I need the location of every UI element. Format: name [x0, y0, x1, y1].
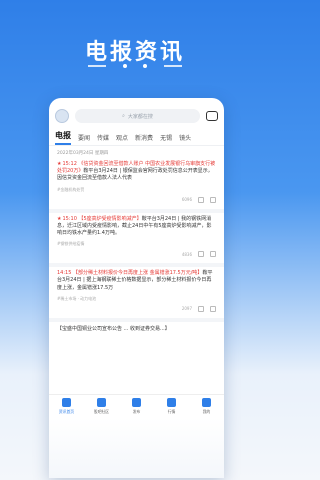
news-body: ★15:12 《信贷资金回流至借款人账户 中国农业发展银行乌审旗支行被处罚20万… [57, 161, 216, 183]
bottom-fade [49, 418, 224, 478]
tab-jingtou[interactable]: 镜头 [179, 133, 191, 145]
tabbar-home[interactable]: 资讯首页 [49, 395, 84, 418]
phone-screen: ⌕ 大家都在搜 电报 要闻 传媒 观点 新消费 无锡 镜头 2022年03月24… [49, 98, 224, 478]
comment-icon[interactable] [198, 196, 204, 203]
market-icon [167, 398, 176, 407]
tab-chuanmei[interactable]: 传媒 [97, 133, 109, 145]
share-icon[interactable] [210, 196, 216, 203]
comment-icon[interactable] [198, 305, 204, 312]
news-time: 15:10 [62, 215, 77, 222]
tabbar-label: 股吧社区 [93, 409, 110, 414]
tabbar-label: 发布 [132, 409, 141, 414]
news-footer: 2097 [57, 302, 216, 318]
news-time: 15:12 [62, 161, 77, 167]
tabbar-mine[interactable]: 我的 [189, 395, 224, 418]
tab-guandian[interactable]: 观点 [116, 133, 128, 145]
date-label: 2022年03月24日 星期四 [57, 151, 109, 156]
tabbar-publish[interactable]: 发布 [119, 395, 154, 418]
profile-icon [202, 398, 211, 407]
home-icon [62, 398, 71, 407]
news-headline: 【部分稀土材料报价今日再度上涨 金属镨涨17.5万元/吨】 [73, 270, 203, 277]
tabbar-market[interactable]: 行情 [154, 395, 189, 418]
view-count: 2097 [181, 306, 192, 312]
share-icon[interactable] [210, 251, 216, 258]
news-teaser[interactable]: 【宝盛中国铜业公司宣布公告 ... 收到证券交易...】 [49, 321, 224, 337]
bottom-tabbar: 资讯首页 股吧社区 发布 行情 我的 [49, 394, 224, 418]
tab-dianbao[interactable]: 电报 [55, 130, 71, 145]
view-count: 6096 [181, 197, 192, 203]
tab-bar: 电报 要闻 传媒 观点 新消费 无锡 镜头 [49, 130, 224, 146]
tabbar-label: 资讯首页 [58, 409, 75, 414]
news-item[interactable]: 14:15 【部分稀土材料报价今日再度上涨 金属镨涨17.5万元/吨】鞍平台3月… [49, 267, 224, 322]
tabbar-label: 行情 [167, 409, 176, 414]
search-placeholder: 大家都在搜 [127, 113, 153, 120]
comment-icon[interactable] [198, 251, 204, 258]
tabbar-community[interactable]: 股吧社区 [84, 395, 119, 418]
star-icon: ★ [57, 215, 62, 222]
news-item[interactable]: ★15:10 【5座高炉受疫情影响减产】鞍平台3月24日 | 我的钢铁网消息，迁… [49, 213, 224, 268]
news-time: 14:15 [57, 270, 72, 277]
view-count: 4836 [181, 251, 192, 257]
search-row: ⌕ 大家都在搜 [49, 102, 224, 130]
tab-yaowen[interactable]: 要闻 [78, 133, 90, 145]
avatar[interactable] [55, 109, 69, 123]
tabbar-label: 我的 [202, 409, 211, 414]
news-body: 14:15 【部分稀土材料报价今日再度上涨 金属镨涨17.5万元/吨】鞍平台3月… [57, 270, 216, 292]
share-icon[interactable] [210, 305, 216, 312]
news-item[interactable]: ★15:12 《信贷资金回流至借款人账户 中国农业发展银行乌审旗支行被处罚20万… [49, 158, 224, 213]
search-icon: ⌕ [122, 113, 125, 119]
community-icon [97, 398, 106, 407]
publish-icon [132, 398, 141, 407]
tab-xinxiaofei[interactable]: 新消费 [135, 133, 153, 145]
news-footer: 4836 [57, 247, 216, 263]
news-headline: 【5座高炉受疫情影响减产】 [78, 215, 142, 222]
tab-wuxi[interactable]: 无锡 [160, 133, 172, 145]
news-body: ★15:10 【5座高炉受疫情影响减产】鞍平台3月24日 | 我的钢铁网消息，迁… [57, 216, 216, 238]
message-icon[interactable] [206, 111, 218, 121]
hero-decoration [88, 62, 182, 70]
news-footer: 6096 [57, 193, 216, 209]
search-input[interactable]: ⌕ 大家都在搜 [75, 109, 200, 123]
star-icon: ★ [57, 161, 62, 167]
